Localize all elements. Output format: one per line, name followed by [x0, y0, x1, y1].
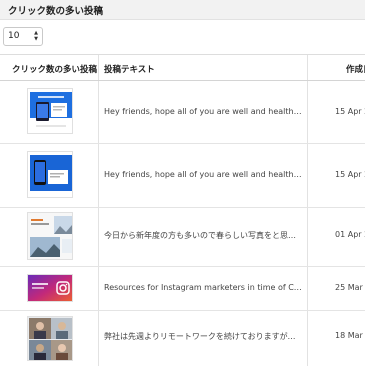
table-row[interactable]: Resources for Instagram marketers in tim… [0, 267, 365, 310]
post-text[interactable]: Hey friends, hope all of you are well an… [104, 107, 302, 116]
panel-header: クリック数の多い投稿 [0, 0, 365, 20]
post-thumbnail[interactable] [27, 212, 73, 260]
header-created-date[interactable]: 作成日 [346, 63, 365, 75]
blue-phone-thumbnail-icon [28, 152, 72, 197]
post-text[interactable]: Resources for Instagram marketers in tim… [104, 283, 302, 292]
select-arrows-icon: ▲ ▼ [34, 30, 38, 42]
blue-mockup-thumbnail-icon [28, 89, 72, 133]
post-thumbnail[interactable] [27, 316, 73, 361]
table-row[interactable]: 弊社は先週よりリモートワークを続けておりますが、適宜 18 Mar 2020 [0, 311, 365, 366]
instagram-banner-thumbnail-icon [28, 275, 72, 301]
post-date: 01 Apr 2020 [335, 230, 365, 239]
post-date: 15 Apr 2020 [335, 107, 365, 116]
post-date: 18 Mar 2020 [335, 331, 365, 340]
table-row[interactable]: Hey friends, hope all of you are well an… [0, 144, 365, 206]
post-text[interactable]: Hey friends, hope all of you are well an… [104, 170, 302, 179]
table-row[interactable]: Hey friends, hope all of you are well an… [0, 81, 365, 143]
post-text[interactable]: 弊社は先週よりリモートワークを続けておりますが、適宜 [104, 331, 302, 342]
video-call-thumbnail-icon [28, 317, 72, 360]
header-top-posts[interactable]: クリック数の多い投稿 [12, 63, 97, 75]
page-size-select[interactable]: 10 ▲ ▼ [3, 27, 43, 46]
post-thumbnail[interactable] [27, 151, 73, 198]
table-row[interactable]: 今日から新年度の方も多いので春らしい写真をと思ったのですが 01 Apr 202… [0, 208, 365, 266]
header-post-text[interactable]: 投稿テキスト [104, 63, 155, 75]
post-date: 25 Mar 2020 [335, 283, 365, 292]
post-date: 15 Apr 2020 [335, 170, 365, 179]
page-size-value: 10 [8, 31, 20, 41]
post-text[interactable]: 今日から新年度の方も多いので春らしい写真をと思ったのですが [104, 230, 302, 241]
top-posts-table: クリック数の多い投稿 投稿テキスト 作成日 Hey friends, hope … [0, 54, 365, 366]
panel-title: クリック数の多い投稿 [8, 6, 104, 17]
post-thumbnail[interactable] [27, 274, 73, 302]
landscape-collage-thumbnail-icon [28, 213, 72, 259]
post-thumbnail[interactable] [27, 88, 73, 134]
